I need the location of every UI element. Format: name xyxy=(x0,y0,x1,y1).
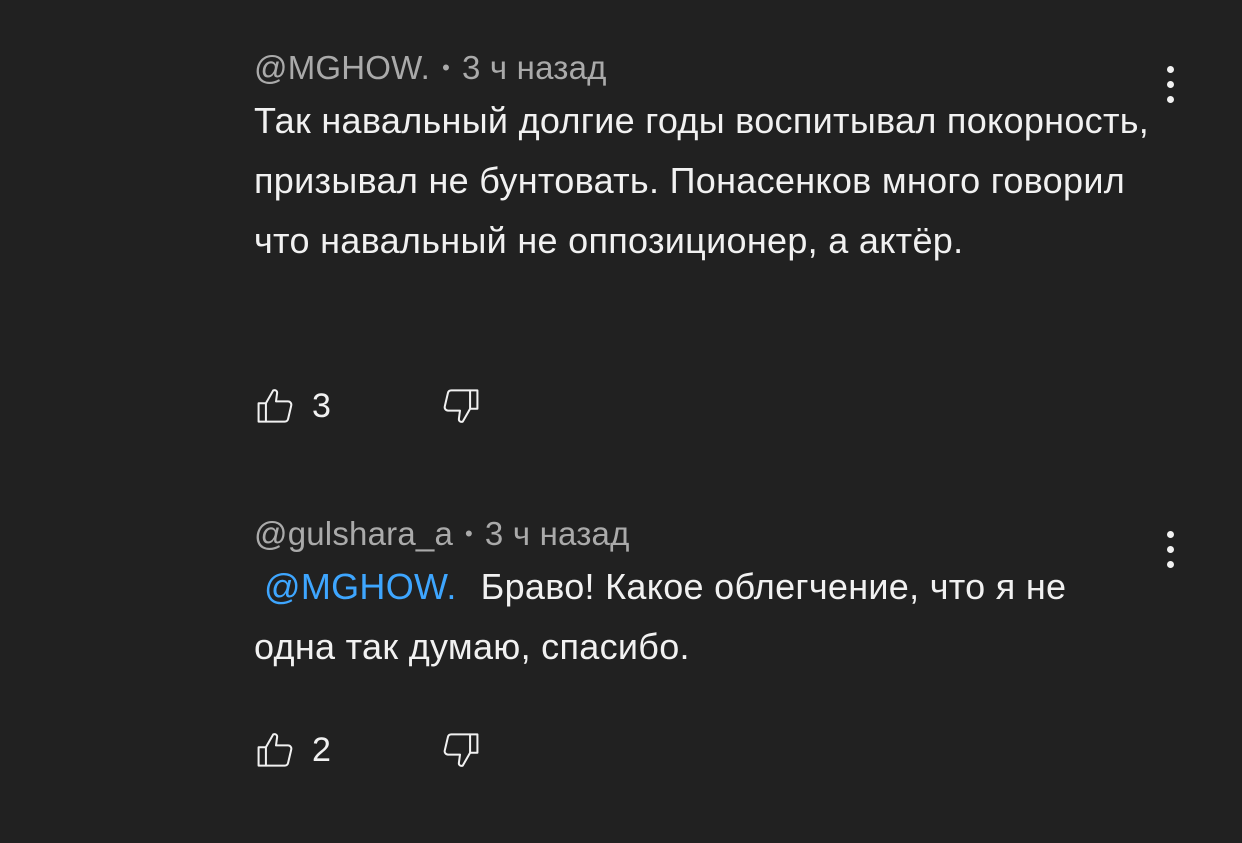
dislike-button[interactable] xyxy=(438,384,482,428)
comment-author[interactable]: @MGHOW. xyxy=(254,49,430,86)
comment: @gulshara_a • 3 ч назад @MGHOW. Браво! Како… xyxy=(254,514,1154,677)
thumbs-down-icon xyxy=(443,389,479,423)
thumbs-down-icon xyxy=(443,733,479,767)
like-button[interactable]: 3 xyxy=(254,384,372,428)
comment-body: Так навальный долгие годы воспитывал пок… xyxy=(254,100,1150,262)
comment-actions: 2 xyxy=(254,725,482,775)
meta-separator: • xyxy=(442,55,450,81)
comment-menu-button[interactable] xyxy=(1152,60,1188,108)
thumbs-up-icon xyxy=(257,733,293,767)
more-vertical-icon xyxy=(1166,65,1174,73)
like-count: 3 xyxy=(312,386,331,425)
comment: @MGHOW. • 3 ч назад Так навальный долгие г… xyxy=(254,48,1154,271)
comment-meta: @gulshara_a • 3 ч назад xyxy=(254,514,1154,556)
dislike-button[interactable] xyxy=(438,728,482,772)
comment-time[interactable]: 3 ч назад xyxy=(462,49,607,86)
mention-link[interactable]: @MGHOW. xyxy=(264,566,457,607)
thumbs-up-icon xyxy=(257,389,293,423)
meta-separator: • xyxy=(465,521,473,547)
comment-text: Так навальный долгие годы воспитывал пок… xyxy=(254,91,1154,271)
more-vertical-icon xyxy=(1166,530,1174,538)
comment-text: @MGHOW. Браво! Какое облегчение, что я не… xyxy=(254,557,1154,677)
comment-actions: 3 xyxy=(254,381,482,431)
comment-author[interactable]: @gulshara_a xyxy=(254,515,453,552)
like-button[interactable]: 2 xyxy=(254,728,372,772)
comment-time[interactable]: 3 ч назад xyxy=(485,515,630,552)
comment-meta: @MGHOW. • 3 ч назад xyxy=(254,48,1154,90)
comment-menu-button[interactable] xyxy=(1152,525,1188,573)
like-count: 2 xyxy=(312,730,331,769)
